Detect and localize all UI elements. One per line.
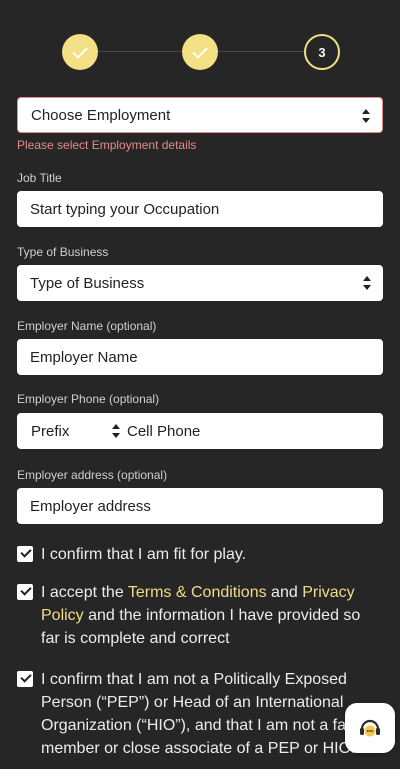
terms-checkbox[interactable]: [17, 584, 33, 600]
consent-fit-for-play: I confirm that I am fit for play.: [17, 543, 383, 567]
terms-conditions-link[interactable]: Terms & Conditions: [128, 584, 267, 601]
checkmark-icon: [20, 546, 32, 558]
employer-address-placeholder: Employer address: [30, 497, 151, 515]
checkmark-icon: [20, 671, 32, 683]
employer-address-label: Employer address (optional): [17, 468, 168, 482]
terms-text-mid: and: [266, 584, 303, 601]
terms-text-after: and the information I have provided so f…: [41, 607, 361, 647]
headset-chat-icon: [360, 719, 380, 737]
step-2-completed: [182, 34, 218, 70]
business-type-select[interactable]: Type of Business: [17, 265, 383, 301]
pep-text: I confirm that I am not a Politically Ex…: [41, 671, 375, 757]
terms-text-before: I accept the: [41, 584, 128, 601]
employer-name-label: Employer Name (optional): [17, 319, 157, 333]
job-title-input[interactable]: Start typing your Occupation: [17, 191, 383, 227]
select-arrows-icon: [363, 276, 371, 290]
select-arrows-icon: [112, 424, 120, 438]
step-number: 3: [318, 44, 326, 60]
checkmark-icon: [20, 584, 32, 596]
phone-prefix-select[interactable]: Prefix: [17, 413, 122, 449]
progress-stepper: 3: [0, 32, 400, 72]
step-connector: [98, 51, 184, 52]
pep-checkbox[interactable]: [17, 671, 33, 687]
employer-name-input[interactable]: Employer Name: [17, 339, 383, 375]
cell-phone-placeholder: Cell Phone: [127, 422, 201, 440]
check-icon: [72, 42, 88, 59]
employer-phone-label: Employer Phone (optional): [17, 392, 160, 406]
step-1-completed: [62, 34, 98, 70]
consent-terms: I accept the Terms & Conditions and Priv…: [17, 581, 383, 651]
fit-for-play-text: I confirm that I am fit for play.: [41, 546, 247, 563]
step-connector: [218, 51, 304, 52]
terms-text: I accept the Terms & Conditions and Priv…: [41, 581, 383, 650]
employer-address-input[interactable]: Employer address: [17, 488, 383, 524]
job-title-placeholder: Start typing your Occupation: [30, 200, 220, 218]
employment-select-value: Choose Employment: [31, 106, 171, 124]
employment-error: Please select Employment details: [17, 138, 197, 152]
employment-select[interactable]: Choose Employment: [17, 97, 383, 133]
employer-name-placeholder: Employer Name: [30, 348, 138, 366]
check-icon: [192, 42, 208, 59]
step-3-current: 3: [304, 34, 340, 70]
select-arrows-icon: [362, 109, 370, 123]
fit-for-play-checkbox[interactable]: [17, 546, 33, 562]
consent-pep: I confirm that I am not a Politically Ex…: [17, 668, 383, 769]
job-title-label: Job Title: [17, 171, 62, 185]
cell-phone-input[interactable]: Cell Phone: [127, 413, 200, 449]
phone-prefix-value: Prefix: [31, 422, 70, 440]
business-type-value: Type of Business: [30, 274, 145, 292]
employer-phone-field: Prefix Cell Phone: [17, 413, 383, 449]
support-chat-button[interactable]: [345, 703, 395, 753]
business-type-label: Type of Business: [17, 245, 109, 259]
